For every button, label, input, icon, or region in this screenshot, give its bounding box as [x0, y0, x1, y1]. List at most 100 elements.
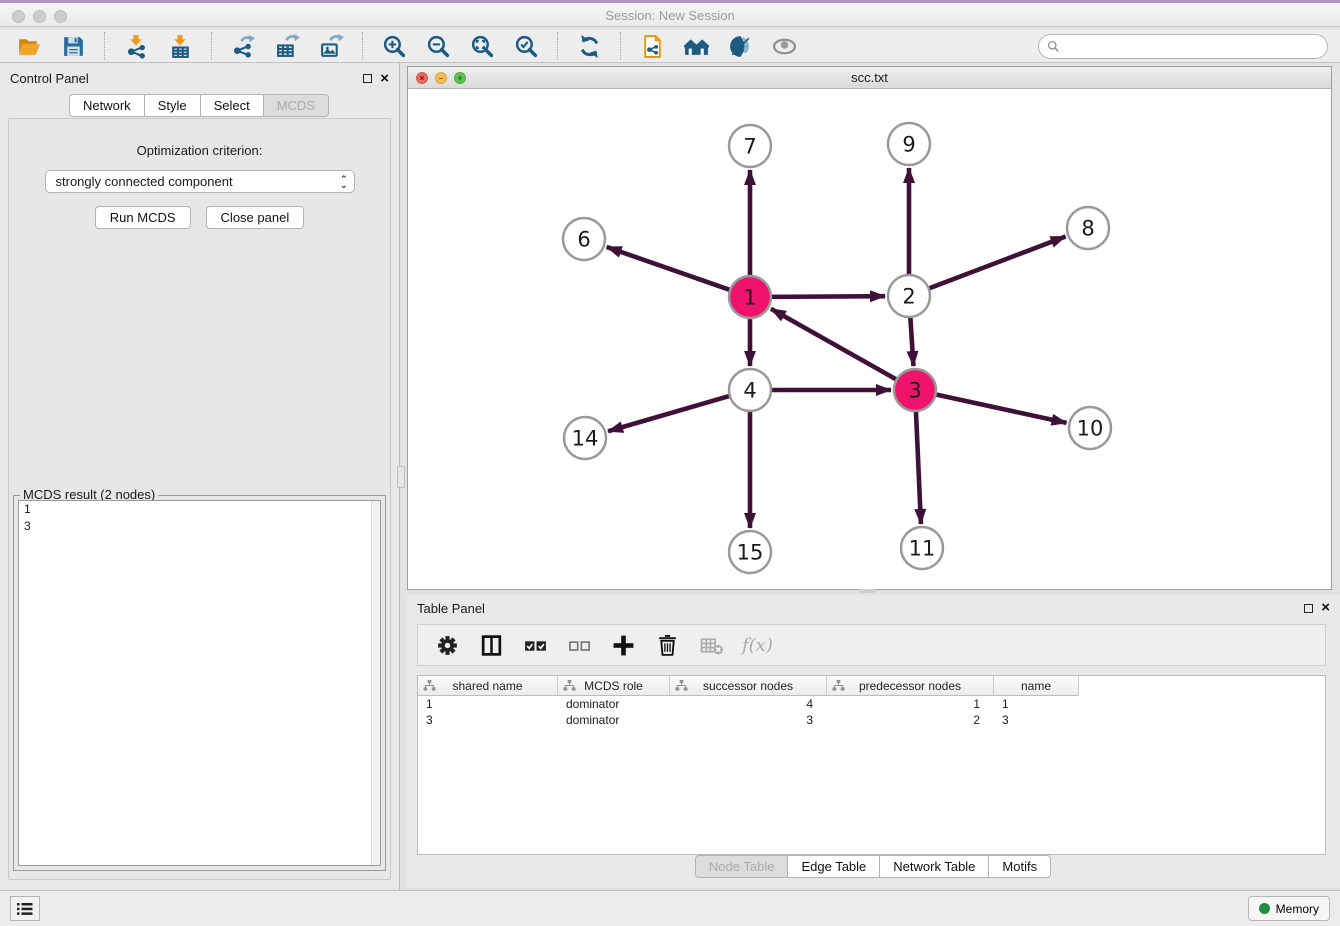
graph-node-1[interactable]: 1	[729, 276, 771, 318]
zoom-selected-button[interactable]	[509, 32, 543, 60]
edge-4-14[interactable]	[608, 395, 732, 431]
cell-name[interactable]: 3	[994, 712, 1079, 728]
zoom-fit-button[interactable]	[465, 32, 499, 60]
export-network-button[interactable]	[226, 32, 260, 60]
cell-shared-name[interactable]: 1	[418, 696, 558, 712]
save-session-button[interactable]	[56, 32, 90, 60]
tab-select[interactable]: Select	[200, 94, 264, 117]
edge-3-1[interactable]	[771, 309, 899, 381]
edge-2-8[interactable]	[927, 237, 1066, 290]
search-icon	[1047, 40, 1060, 53]
network-minimize-button[interactable]: –	[435, 72, 447, 84]
memory-button[interactable]: Memory	[1248, 896, 1330, 921]
add-column-button[interactable]	[610, 631, 636, 659]
cell-predecessor-nodes[interactable]: 1	[827, 696, 994, 712]
apply-style-button[interactable]	[723, 32, 757, 60]
zoom-in-button[interactable]	[377, 32, 411, 60]
clone-network-button[interactable]	[635, 32, 669, 60]
result-scrollbar[interactable]	[371, 501, 380, 865]
criterion-select[interactable]: strongly connected component ⌃⌄	[45, 170, 355, 193]
run-mcds-button[interactable]: Run MCDS	[95, 206, 191, 229]
cell-shared-name[interactable]: 3	[418, 712, 558, 728]
network-zoom-button[interactable]: +	[454, 72, 466, 84]
graph-node-8[interactable]: 8	[1067, 207, 1109, 249]
delete-table-button[interactable]	[698, 631, 724, 659]
tab-network-table[interactable]: Network Table	[879, 855, 989, 878]
delete-column-icon	[655, 633, 680, 658]
export-network-icon	[231, 34, 256, 59]
edge-1-2[interactable]	[769, 296, 885, 297]
svg-text:8: 8	[1081, 217, 1094, 241]
export-image-button[interactable]	[314, 32, 348, 60]
graph-node-7[interactable]: 7	[729, 125, 771, 167]
network-window-titlebar[interactable]: × – + scc.txt	[408, 67, 1331, 89]
tab-node-table[interactable]: Node Table	[695, 855, 789, 878]
graph-node-3[interactable]: 3	[894, 369, 936, 411]
node-table[interactable]: shared nameMCDS rolesuccessor nodesprede…	[417, 675, 1326, 855]
network-close-button[interactable]: ×	[416, 72, 428, 84]
tab-mcds[interactable]: MCDS	[263, 94, 329, 117]
table-panel: Table Panel × f(x) shared nameMCDS roles…	[407, 595, 1340, 888]
delete-column-button[interactable]	[654, 631, 680, 659]
edge-2-3[interactable]	[910, 315, 913, 366]
graph-node-4[interactable]: 4	[729, 369, 771, 411]
import-network-button[interactable]	[119, 32, 153, 60]
tab-motifs[interactable]: Motifs	[988, 855, 1051, 878]
close-panel-icon[interactable]: ×	[1321, 603, 1330, 613]
import-network-icon	[124, 34, 149, 59]
column-header-shared-name[interactable]: shared name	[418, 676, 558, 696]
toolbar-separator	[620, 32, 621, 60]
graph-node-11[interactable]: 11	[901, 527, 943, 569]
function-builder-button[interactable]: f(x)	[742, 635, 773, 656]
float-panel-icon[interactable]	[363, 74, 372, 83]
table-settings-button[interactable]	[434, 631, 460, 659]
cell-successor-nodes[interactable]: 3	[670, 712, 827, 728]
zoom-out-button[interactable]	[421, 32, 455, 60]
task-history-button[interactable]	[10, 896, 40, 921]
table-row[interactable]: 3dominator323	[418, 712, 1325, 728]
float-panel-icon[interactable]	[1304, 604, 1313, 613]
panel-splitter-handle[interactable]	[397, 466, 405, 488]
column-header-name[interactable]: name	[994, 676, 1079, 696]
tab-style[interactable]: Style	[144, 94, 201, 117]
edge-1-6[interactable]	[607, 247, 732, 291]
graph-node-14[interactable]: 14	[564, 417, 606, 459]
mcds-result-list[interactable]: 13	[18, 500, 381, 866]
network-graph[interactable]: 7 9 6 8 1 2 4 3 14 10 15 11	[408, 89, 1331, 589]
show-hide-button[interactable]	[767, 32, 801, 60]
show-columns-button[interactable]	[478, 631, 504, 659]
edge-3-10[interactable]	[934, 394, 1067, 423]
graph-node-2[interactable]: 2	[888, 275, 930, 317]
search-field[interactable]	[1038, 34, 1328, 59]
tab-edge-table[interactable]: Edge Table	[787, 855, 880, 878]
cell-MCDS-role[interactable]: dominator	[558, 712, 670, 728]
close-panel-button[interactable]: Close panel	[206, 206, 305, 229]
table-settings-icon	[435, 633, 460, 658]
column-header-predecessor-nodes[interactable]: predecessor nodes	[827, 676, 994, 696]
cell-name[interactable]: 1	[994, 696, 1079, 712]
svg-text:9: 9	[902, 133, 915, 157]
graph-node-9[interactable]: 9	[888, 123, 930, 165]
import-table-button[interactable]	[163, 32, 197, 60]
graph-node-15[interactable]: 15	[729, 531, 771, 573]
cell-successor-nodes[interactable]: 4	[670, 696, 827, 712]
export-table-button[interactable]	[270, 32, 304, 60]
open-session-button[interactable]	[12, 32, 46, 60]
close-panel-icon[interactable]: ×	[380, 74, 389, 84]
column-header-successor-nodes[interactable]: successor nodes	[670, 676, 827, 696]
refresh-button[interactable]	[572, 32, 606, 60]
table-row[interactable]: 1dominator411	[418, 696, 1325, 712]
search-input[interactable]	[1065, 39, 1319, 53]
column-header-MCDS-role[interactable]: MCDS role	[558, 676, 670, 696]
graph-node-10[interactable]: 10	[1069, 407, 1111, 449]
select-all-button[interactable]	[522, 631, 548, 659]
home-button[interactable]	[679, 32, 713, 60]
graph-node-6[interactable]: 6	[563, 218, 605, 260]
deselect-all-icon	[567, 633, 592, 658]
network-resize-handle[interactable]	[858, 589, 876, 593]
deselect-all-button[interactable]	[566, 631, 592, 659]
cell-predecessor-nodes[interactable]: 2	[827, 712, 994, 728]
cell-MCDS-role[interactable]: dominator	[558, 696, 670, 712]
edge-3-11[interactable]	[916, 409, 921, 524]
tab-network[interactable]: Network	[69, 94, 145, 117]
